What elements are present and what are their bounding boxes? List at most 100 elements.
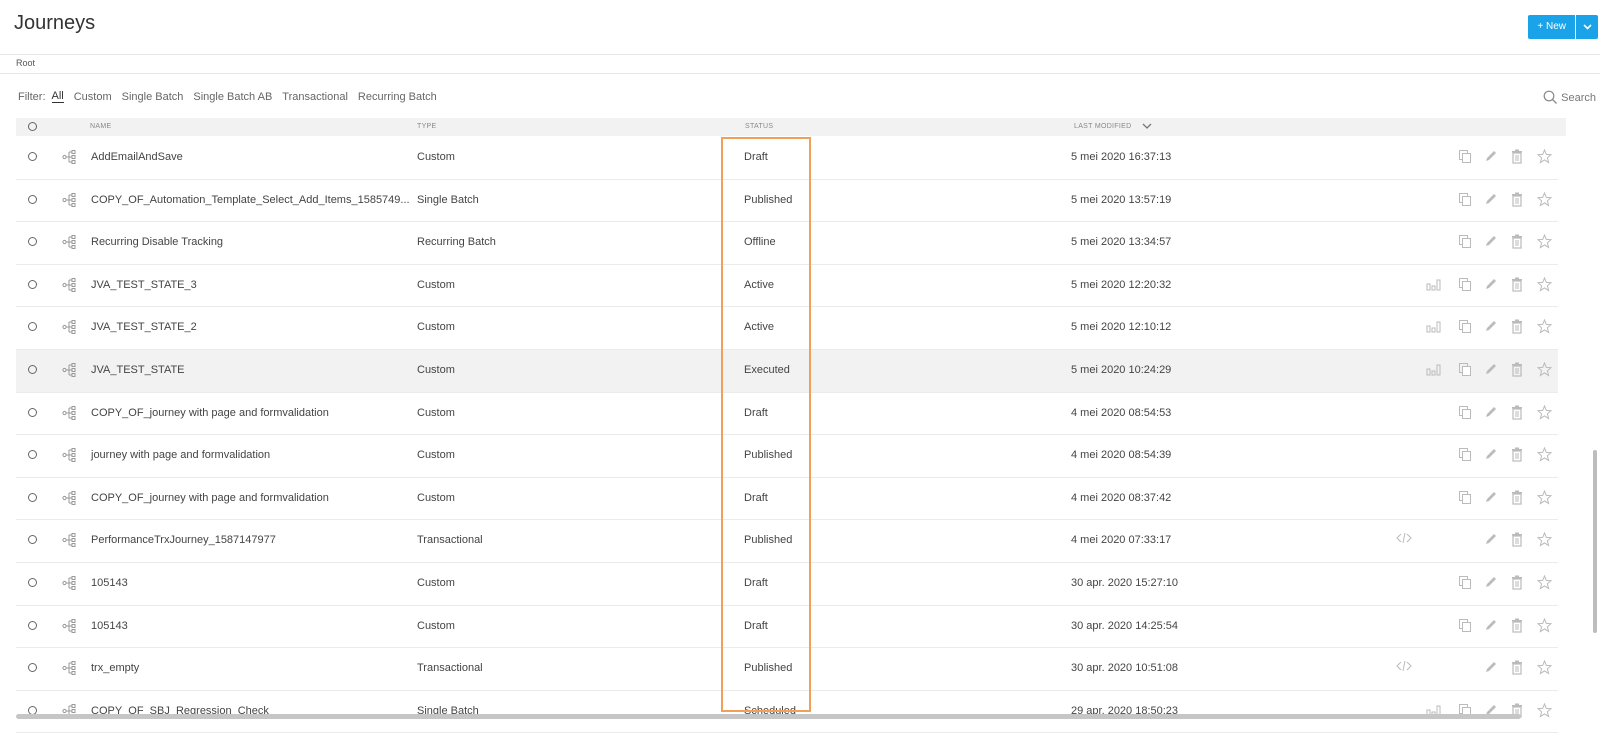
- row-select-radio[interactable]: [28, 535, 37, 545]
- star-icon[interactable]: [1536, 148, 1553, 167]
- row-select-radio[interactable]: [28, 152, 37, 161]
- row-select-radio[interactable]: [28, 279, 37, 289]
- star-icon[interactable]: [1536, 446, 1553, 465]
- delete-icon[interactable]: [1511, 149, 1523, 167]
- edit-icon[interactable]: [1484, 575, 1498, 592]
- row-name[interactable]: 105143: [91, 577, 128, 589]
- edit-icon[interactable]: [1484, 490, 1498, 507]
- edit-icon[interactable]: [1484, 405, 1498, 422]
- edit-icon[interactable]: [1484, 447, 1498, 464]
- star-icon[interactable]: [1536, 659, 1553, 678]
- row-name[interactable]: COPY_OF_journey with page and formvalida…: [91, 407, 329, 419]
- edit-icon[interactable]: [1484, 319, 1498, 336]
- stats-icon[interactable]: [1426, 362, 1442, 379]
- col-type[interactable]: TYPE: [417, 123, 436, 130]
- delete-icon[interactable]: [1511, 277, 1523, 295]
- row-name[interactable]: Recurring Disable Tracking: [91, 236, 223, 248]
- edit-icon[interactable]: [1484, 362, 1498, 379]
- copy-icon[interactable]: [1458, 234, 1473, 252]
- stats-icon[interactable]: [1426, 277, 1442, 294]
- table-row[interactable]: COPY_OF_Automation_Template_Select_Add_I…: [16, 180, 1558, 223]
- vertical-scrollbar[interactable]: [1593, 450, 1597, 633]
- delete-icon[interactable]: [1511, 660, 1523, 678]
- row-name[interactable]: COPY_OF_Automation_Template_Select_Add_I…: [91, 194, 410, 206]
- table-row[interactable]: COPY_OF_SBJ_Regression_Check Single Batch…: [16, 691, 1558, 734]
- copy-icon[interactable]: [1458, 575, 1473, 593]
- edit-icon[interactable]: [1484, 532, 1498, 549]
- star-icon[interactable]: [1536, 319, 1553, 337]
- sort-desc-icon[interactable]: [1142, 123, 1152, 130]
- row-name[interactable]: AddEmailAndSave: [91, 151, 183, 163]
- table-row[interactable]: AddEmailAndSave Custom Draft 5 mei 2020 16:…: [16, 137, 1558, 180]
- delete-icon[interactable]: [1511, 618, 1523, 636]
- row-select-radio[interactable]: [28, 492, 37, 502]
- star-icon[interactable]: [1536, 191, 1553, 210]
- copy-icon[interactable]: [1458, 192, 1473, 210]
- delete-icon[interactable]: [1511, 192, 1523, 210]
- star-icon[interactable]: [1536, 489, 1553, 508]
- filter-recurring-batch[interactable]: Recurring Batch: [358, 91, 437, 103]
- edit-icon[interactable]: [1484, 618, 1498, 635]
- table-row[interactable]: PerformanceTrxJourney_1587147977 Transact…: [16, 520, 1558, 563]
- star-icon[interactable]: [1536, 361, 1553, 380]
- table-row[interactable]: journey with page and formvalidation Cust…: [16, 435, 1558, 478]
- horizontal-scrollbar[interactable]: [16, 714, 1521, 719]
- star-icon[interactable]: [1536, 574, 1553, 593]
- table-row[interactable]: JVA_TEST_STATE Custom Executed 5 mei 2020 1…: [16, 349, 1558, 393]
- row-name[interactable]: JVA_TEST_STATE_3: [91, 279, 197, 291]
- row-select-radio[interactable]: [28, 620, 37, 630]
- select-all-radio[interactable]: [28, 122, 37, 131]
- table-row[interactable]: 105143 Custom Draft 30 apr. 2020 14:25:54: [16, 606, 1558, 649]
- copy-icon[interactable]: [1458, 618, 1473, 636]
- filter-single-batch-ab[interactable]: Single Batch AB: [193, 91, 272, 103]
- delete-icon[interactable]: [1511, 362, 1523, 380]
- copy-icon[interactable]: [1458, 319, 1473, 337]
- filter-single-batch[interactable]: Single Batch: [122, 91, 184, 103]
- row-name[interactable]: trx_empty: [91, 662, 139, 674]
- stats-icon[interactable]: [1426, 319, 1442, 336]
- delete-icon[interactable]: [1511, 490, 1523, 508]
- breadcrumb-root[interactable]: Root: [16, 58, 35, 68]
- edit-icon[interactable]: [1484, 192, 1498, 209]
- table-row[interactable]: COPY_OF_journey with page and formvalida…: [16, 478, 1558, 521]
- star-icon[interactable]: [1536, 404, 1553, 423]
- row-name[interactable]: JVA_TEST_STATE_2: [91, 321, 197, 333]
- edit-icon[interactable]: [1484, 277, 1498, 294]
- row-select-radio[interactable]: [28, 364, 37, 374]
- row-select-radio[interactable]: [28, 577, 37, 587]
- col-status[interactable]: STATUS: [745, 123, 773, 130]
- search-control[interactable]: Search: [1543, 90, 1596, 105]
- new-dropdown-button[interactable]: [1576, 15, 1598, 39]
- code-icon[interactable]: [1396, 532, 1412, 547]
- table-row[interactable]: 105143 Custom Draft 30 apr. 2020 15:27:10: [16, 563, 1558, 606]
- row-select-radio[interactable]: [28, 237, 37, 247]
- row-select-radio[interactable]: [28, 663, 37, 673]
- row-name[interactable]: JVA_TEST_STATE: [91, 364, 185, 376]
- copy-icon[interactable]: [1458, 149, 1473, 167]
- copy-icon[interactable]: [1458, 362, 1473, 380]
- table-row[interactable]: JVA_TEST_STATE_3 Custom Active 5 mei 2020 1…: [16, 265, 1558, 308]
- copy-icon[interactable]: [1458, 490, 1473, 508]
- row-select-radio[interactable]: [28, 322, 37, 332]
- copy-icon[interactable]: [1458, 447, 1473, 465]
- row-select-radio[interactable]: [28, 450, 37, 460]
- delete-icon[interactable]: [1511, 532, 1523, 550]
- new-button[interactable]: + New: [1528, 15, 1575, 39]
- edit-icon[interactable]: [1484, 149, 1498, 166]
- copy-icon[interactable]: [1458, 277, 1473, 295]
- star-icon[interactable]: [1536, 702, 1553, 721]
- delete-icon[interactable]: [1511, 405, 1523, 423]
- copy-icon[interactable]: [1458, 405, 1473, 423]
- filter-transactional[interactable]: Transactional: [282, 91, 348, 103]
- edit-icon[interactable]: [1484, 234, 1498, 251]
- table-row[interactable]: Recurring Disable Tracking Recurring Batc…: [16, 222, 1558, 265]
- star-icon[interactable]: [1536, 532, 1553, 550]
- col-name[interactable]: NAME: [90, 123, 111, 130]
- star-icon[interactable]: [1536, 233, 1553, 252]
- table-row[interactable]: trx_empty Transactional Published 30 apr. 2…: [16, 648, 1558, 691]
- col-last-modified[interactable]: LAST MODIFIED: [1074, 123, 1131, 130]
- filter-custom[interactable]: Custom: [74, 91, 112, 103]
- row-name[interactable]: 105143: [91, 620, 128, 632]
- table-row[interactable]: COPY_OF_journey with page and formvalida…: [16, 393, 1558, 436]
- table-row[interactable]: JVA_TEST_STATE_2 Custom Active 5 mei 2020 1…: [16, 307, 1558, 350]
